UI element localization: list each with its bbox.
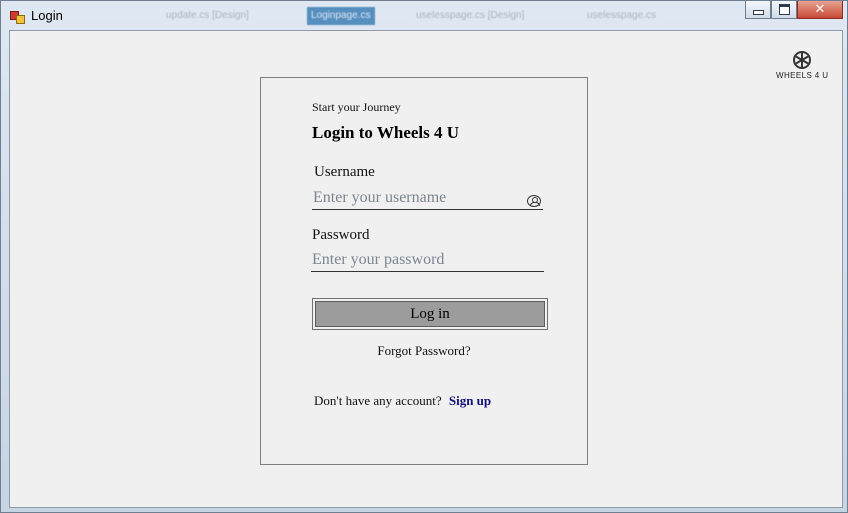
password-field xyxy=(311,250,544,272)
username-label: Username xyxy=(314,164,375,180)
minimize-button[interactable] xyxy=(745,1,771,19)
close-icon: ✕ xyxy=(814,2,826,17)
password-input[interactable] xyxy=(311,250,512,270)
signup-prompt: Don't have any account? Sign up xyxy=(314,393,491,409)
signup-link[interactable]: Sign up xyxy=(449,393,491,408)
background-tab: uselesspage.cs xyxy=(587,10,656,21)
background-tabs: update.cs [Design] Loginpage.cs uselessp… xyxy=(71,7,721,25)
background-tab: Loginpage.cs xyxy=(307,7,375,25)
logo-text: WHEELS 4 U xyxy=(776,71,829,80)
minimize-icon xyxy=(752,10,764,15)
no-account-text: Don't have any account? xyxy=(314,393,442,408)
password-label: Password xyxy=(312,227,370,243)
close-button[interactable]: ✕ xyxy=(797,1,843,19)
subtitle: Start your Journey xyxy=(312,100,401,114)
login-window: Login update.cs [Design] Loginpage.cs us… xyxy=(0,0,848,513)
wheel-icon xyxy=(793,51,811,69)
login-button-label: Log in xyxy=(315,301,545,327)
forgot-password-link[interactable]: Forgot Password? xyxy=(261,343,587,359)
app-icon xyxy=(10,9,25,24)
brand-logo: WHEELS 4 U xyxy=(776,51,828,80)
page-title: Login to Wheels 4 U xyxy=(312,123,460,142)
title-bar[interactable]: Login update.cs [Design] Loginpage.cs us… xyxy=(1,1,847,30)
login-button[interactable]: Log in xyxy=(312,298,548,330)
client-area: WHEELS 4 U Start your Journey Login to W… xyxy=(9,30,843,508)
background-tab: update.cs [Design] xyxy=(166,10,249,21)
background-tab: uselesspage.cs [Design] xyxy=(416,10,525,21)
user-icon xyxy=(527,195,541,207)
maximize-icon xyxy=(778,4,790,15)
username-input[interactable] xyxy=(312,188,513,208)
login-card: Start your Journey Login to Wheels 4 U U… xyxy=(260,77,588,465)
maximize-button[interactable] xyxy=(771,1,797,19)
window-title: Login xyxy=(31,8,63,23)
username-field xyxy=(312,188,543,210)
window-controls: ✕ xyxy=(745,1,843,21)
